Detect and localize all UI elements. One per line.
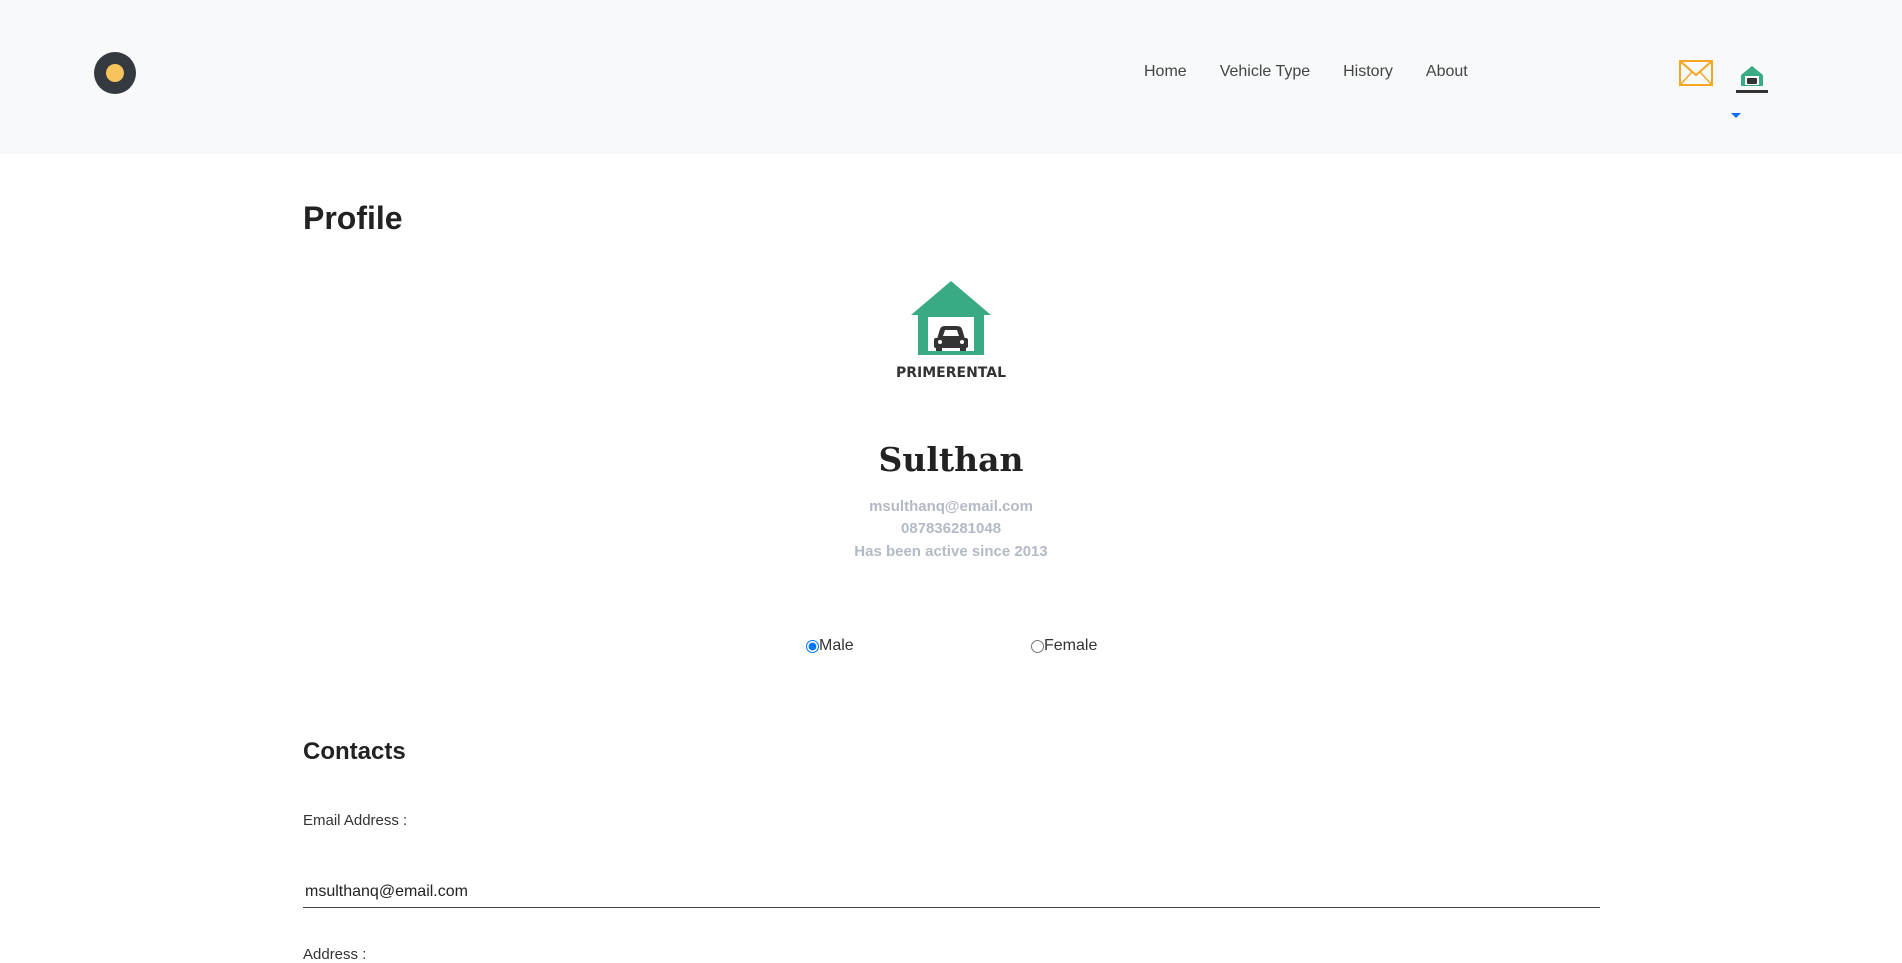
brand-logo: PRIMERENTAL	[888, 279, 1014, 386]
site-logo[interactable]	[94, 52, 136, 94]
gender-male-label: Male	[819, 637, 854, 654]
gender-male-radio[interactable]	[806, 639, 819, 653]
chevron-down-icon[interactable]	[1731, 113, 1741, 118]
user-avatar[interactable]	[1733, 64, 1771, 101]
email-address-label: Email Address :	[303, 812, 408, 829]
logo-inner-dot	[106, 64, 124, 82]
gender-female-radio[interactable]	[1031, 639, 1044, 653]
gender-female-option[interactable]: Female	[1031, 637, 1097, 655]
nav-link-about[interactable]: About	[1426, 63, 1468, 81]
email-field[interactable]	[303, 876, 1600, 908]
address-label: Address :	[303, 946, 367, 963]
user-phone: 087836281048	[900, 520, 1002, 537]
nav-link-history[interactable]: History	[1343, 63, 1393, 81]
nav-links: Home Vehicle Type History About	[1144, 63, 1501, 81]
svg-text:PRIMERENTAL: PRIMERENTAL	[896, 365, 1006, 381]
page-title: Profile	[303, 200, 403, 236]
mail-icon[interactable]	[1679, 60, 1713, 91]
nav-link-home[interactable]: Home	[1144, 63, 1187, 81]
gender-female-label: Female	[1044, 637, 1098, 654]
contacts-title: Contacts	[303, 738, 406, 765]
navbar: Home Vehicle Type History About	[0, 0, 1902, 154]
gender-male-option[interactable]: Male	[806, 637, 854, 655]
user-email: msulthanq@email.com	[869, 498, 1033, 515]
nav-link-vehicle-type[interactable]: Vehicle Type	[1220, 63, 1310, 81]
user-name: Sulthan	[878, 440, 1024, 479]
user-active-since: Has been active since 2013	[854, 543, 1048, 560]
